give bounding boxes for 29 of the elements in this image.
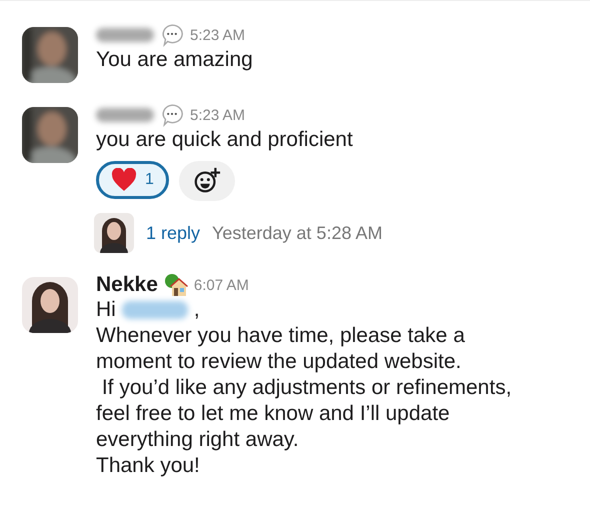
redacted-name [96,28,154,42]
speech-bubble-icon [160,23,184,47]
message-line: Whenever you have time, please take a [96,323,466,349]
avatar-icon[interactable] [22,277,78,333]
redacted-name [96,108,154,122]
message-text: you are quick and proficient [96,127,354,153]
heart-icon [111,168,137,192]
replies-link[interactable]: 1 reply [146,222,200,244]
timestamp[interactable]: 5:23 AM [190,106,246,124]
timestamp[interactable]: 5:23 AM [190,26,246,44]
smiley-plus-icon [192,167,221,195]
message-line: Thank you! [96,453,201,479]
add-reaction-button[interactable] [178,161,235,201]
sender-name[interactable]: Nekke [96,273,158,297]
message-line: everything right away. [96,427,300,453]
message-line: If you’d like any adjustments or refinements, [100,375,512,401]
heart-reaction[interactable]: 1 [96,161,169,199]
house-tree-icon [164,273,188,297]
timestamp[interactable]: 6:07 AM [194,276,249,294]
message-text: You are amazing [96,47,253,73]
last-reply-time: Yesterday at 5:28 AM [212,222,382,244]
greeting-text: Hi [96,297,116,323]
avatar-icon[interactable] [94,213,134,253]
message-line: feel free to let me know and I’ll update [96,401,451,427]
comma-text: , [194,297,200,323]
blurred-avatar-icon[interactable] [22,107,78,163]
speech-bubble-icon [160,103,184,127]
message-line: moment to review the updated website. [96,349,462,375]
blurred-avatar-icon[interactable] [22,27,78,83]
